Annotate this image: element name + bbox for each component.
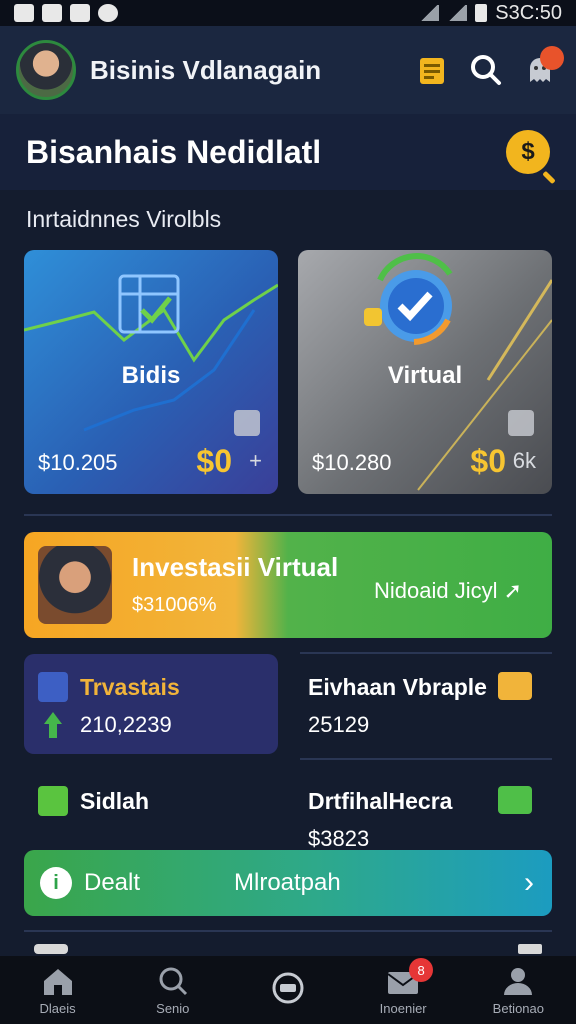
status-left-icons [14, 4, 118, 22]
tile-value: $3823 [308, 826, 370, 851]
wallet-button[interactable] [412, 50, 452, 90]
nav-inbox[interactable]: 8 Inoenier [353, 956, 453, 1024]
nav-home[interactable]: Dlaeis [8, 956, 108, 1024]
nav-label: Inoenier [379, 1000, 427, 1016]
profile-icon [504, 967, 533, 995]
tag-icon [234, 410, 260, 436]
card-add-button[interactable]: + [249, 448, 262, 474]
banner-link[interactable]: Nidoaid Jicyl ➚ [374, 578, 522, 604]
section-label: Inrtaidnnes Virolbls [26, 206, 222, 232]
info-icon: i [40, 867, 72, 899]
card-amount: $10.205 [38, 450, 118, 475]
app-header: Bisinis Vdlanagain [0, 26, 576, 114]
tag-icon [508, 410, 534, 436]
tile-title: Eivhaan Vbraple [308, 674, 487, 700]
banner-link-label: Nidoaid Jicyl [374, 578, 498, 603]
banner-amount: $31006% [132, 594, 217, 616]
center-action-icon [272, 972, 304, 1004]
notification-icon [98, 4, 118, 22]
status-right-icons: S3C:50 [419, 2, 562, 25]
chevron-right-icon: › [524, 866, 534, 899]
notification-icon [70, 4, 90, 22]
header-title: Bisinis Vdlanagain [90, 54, 322, 85]
book-icon [498, 786, 532, 814]
wallet-icon [420, 58, 444, 84]
card-extra: 6k [512, 448, 536, 473]
next-row-peek [24, 930, 552, 954]
home-icon [43, 968, 72, 995]
cube-icon [38, 672, 68, 702]
peek-icon [518, 944, 542, 954]
inbox-badge: 8 [409, 958, 434, 982]
divider [300, 758, 552, 760]
nav-search[interactable]: Senio [123, 956, 223, 1024]
tile-title: DrtfihalHecra [308, 788, 453, 814]
search-icon [159, 967, 187, 995]
notification-icon [14, 4, 34, 22]
deal-button[interactable]: i Dealt Mlroatpah › [24, 850, 552, 916]
card-virtual[interactable]: Virtual $10.280 $0 6k [298, 250, 552, 494]
tile-investasi[interactable]: Trvastais 210,2239 [24, 654, 278, 754]
growth-icon [44, 712, 62, 738]
status-time: S3C:50 [495, 1, 562, 24]
tile-value: 210,2239 [80, 712, 172, 737]
search-button[interactable] [466, 50, 506, 90]
nav-label: Senio [156, 1000, 190, 1016]
notifications-button[interactable] [520, 46, 564, 90]
notification-icon [42, 4, 62, 22]
deal-label: Dealt [84, 869, 141, 896]
page-title: Bisanhais Nedidlatl [26, 133, 322, 170]
tile-title: Sidlah [80, 788, 150, 814]
banner-photo [38, 546, 112, 624]
battery-icon [475, 4, 488, 22]
page-title-bar: Bisanhais Nedidlatl $ [0, 114, 576, 190]
peek-icon [34, 944, 68, 954]
card-name: Virtual [387, 362, 463, 389]
card-balance: $0 [196, 443, 232, 479]
nav-label: Dlaeis [39, 1000, 76, 1016]
nav-profile[interactable]: Betionao [468, 956, 568, 1024]
box-icon [38, 786, 68, 816]
search-icon [471, 55, 501, 85]
card-bisnis[interactable]: Bidis $10.205 $0 + [24, 250, 278, 494]
nav-center-action[interactable] [238, 956, 338, 1024]
virtual-investment-banner[interactable]: Investasii Virtual $31006% Nidoaid Jicyl… [24, 532, 552, 638]
bottom-nav: Dlaeis Senio 8 Inoenier Betionao [0, 956, 576, 1024]
status-bar: S3C:50 [0, 0, 576, 26]
nav-label: Betionao [492, 1000, 544, 1016]
wifi-icon [419, 5, 440, 21]
banner-title: Investasii Virtual [132, 552, 339, 582]
card-balance: $0 [470, 443, 506, 479]
card-amount: $10.280 [312, 450, 392, 475]
arrow-right-icon: ➚ [503, 578, 523, 603]
divider [24, 514, 552, 516]
coin-search-icon: $ [521, 138, 535, 165]
signal-icon [447, 5, 468, 21]
tile-value: 25129 [308, 712, 370, 737]
arrow-badge-icon [498, 672, 532, 700]
coin-search-button[interactable]: $ [506, 130, 550, 174]
tile-vbraple[interactable]: Eivhaan Vbraple 25129 [298, 654, 552, 754]
deal-center-label: Mlroatpah [234, 869, 341, 896]
notification-badge [540, 46, 564, 70]
tile-title: Trvastais [80, 674, 180, 700]
avatar[interactable] [16, 40, 76, 100]
card-name: Bidis [121, 362, 181, 389]
